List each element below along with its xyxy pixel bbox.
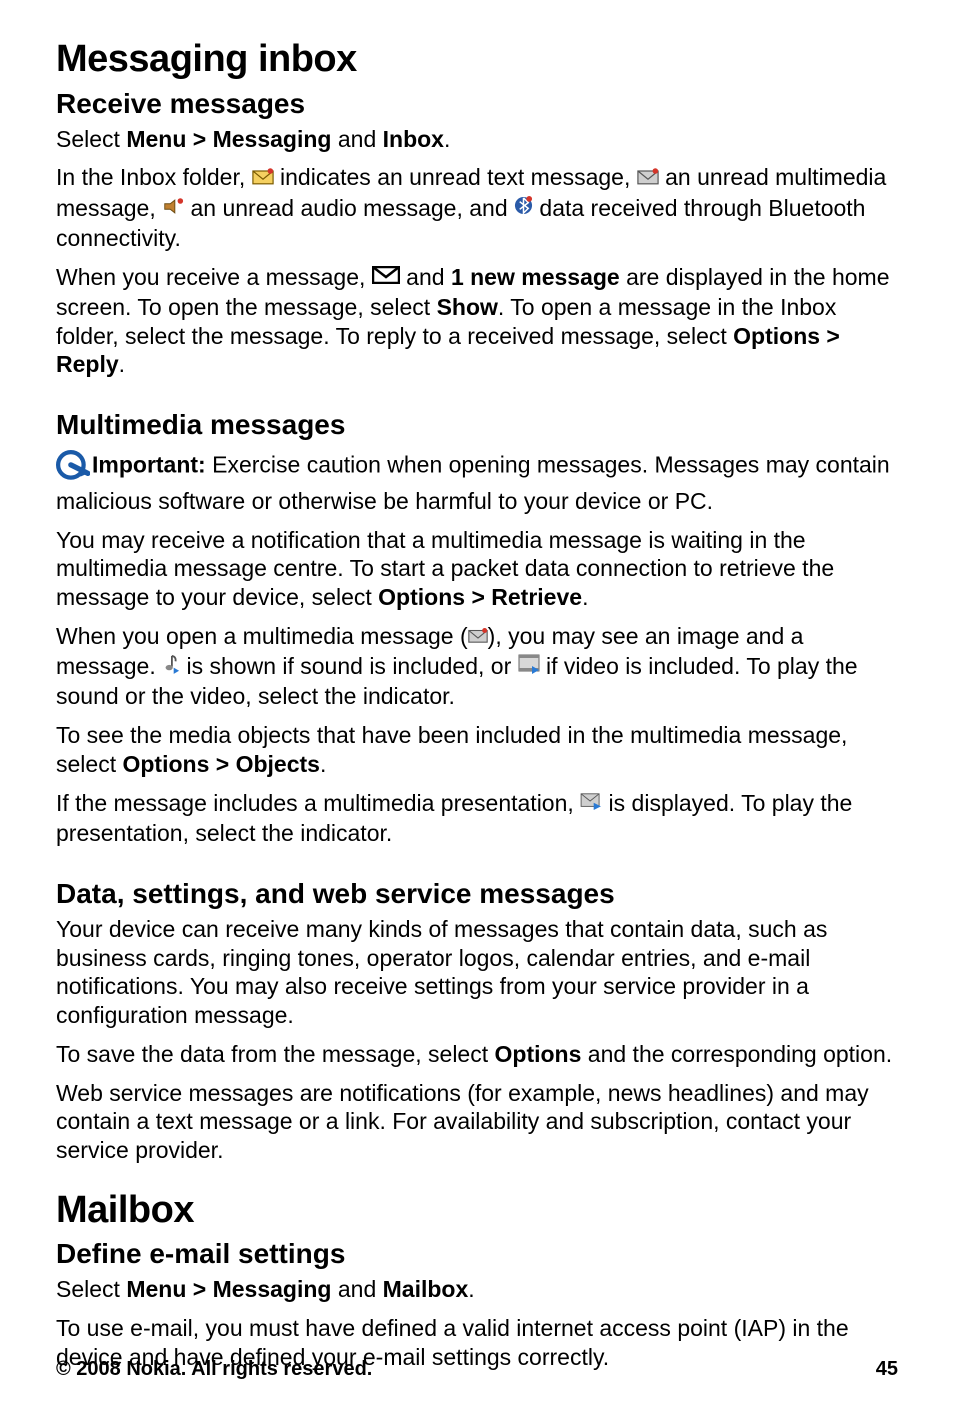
text: In the Inbox folder, bbox=[56, 164, 252, 190]
options-label: Options bbox=[495, 1041, 582, 1067]
text: Select bbox=[56, 126, 126, 152]
important-label: Important: bbox=[92, 452, 206, 478]
new-message-label: 1 new message bbox=[451, 264, 620, 290]
text: > bbox=[186, 1276, 212, 1302]
unread-text-icon bbox=[252, 163, 274, 192]
show-label: Show bbox=[437, 294, 498, 320]
heading-mailbox: Mailbox bbox=[56, 1187, 898, 1235]
text: . bbox=[320, 751, 326, 777]
text: . bbox=[119, 351, 125, 377]
unread-mms-icon bbox=[637, 163, 659, 192]
para-inbox-icons: In the Inbox folder, indicates an unread… bbox=[56, 163, 898, 252]
para-receive-message: When you receive a message, and 1 new me… bbox=[56, 263, 898, 380]
page-footer: © 2008 Nokia. All rights reserved. 45 bbox=[56, 1357, 898, 1382]
heading-receive-messages: Receive messages bbox=[56, 86, 898, 121]
unread-audio-icon bbox=[162, 193, 184, 222]
para-select-inbox: Select Menu > Messaging and Inbox. bbox=[56, 125, 898, 154]
heading-messaging-inbox: Messaging inbox bbox=[56, 36, 898, 84]
text: and bbox=[400, 264, 451, 290]
text: If the message includes a multimedia pre… bbox=[56, 790, 580, 816]
footer-page-number: 45 bbox=[876, 1357, 898, 1382]
video-indicator-icon bbox=[518, 652, 540, 681]
text: > bbox=[465, 584, 491, 610]
text: > bbox=[209, 751, 235, 777]
sound-indicator-icon bbox=[162, 652, 180, 681]
envelope-outline-icon bbox=[372, 262, 400, 291]
text: and bbox=[331, 126, 382, 152]
para-data-3: Web service messages are notifications (… bbox=[56, 1079, 898, 1165]
para-objects: To see the media objects that have been … bbox=[56, 721, 898, 779]
para-data-1: Your device can receive many kinds of me… bbox=[56, 915, 898, 1030]
messaging-label: Messaging bbox=[213, 1276, 332, 1302]
presentation-icon bbox=[580, 788, 602, 817]
options-label: Options bbox=[122, 751, 209, 777]
text: When you receive a message, bbox=[56, 264, 372, 290]
mms-open-icon bbox=[468, 621, 488, 650]
menu-label: Menu bbox=[126, 126, 186, 152]
text: > bbox=[820, 323, 840, 349]
text: indicates an unread text message, bbox=[274, 164, 637, 190]
text: . bbox=[582, 584, 588, 610]
retrieve-label: Retrieve bbox=[491, 584, 582, 610]
important-icon bbox=[56, 450, 90, 491]
text: When you open a multimedia message ( bbox=[56, 623, 468, 649]
para-data-2: To save the data from the message, selec… bbox=[56, 1040, 898, 1069]
text: To save the data from the message, selec… bbox=[56, 1041, 495, 1067]
text: > bbox=[186, 126, 212, 152]
bluetooth-data-icon bbox=[514, 193, 533, 222]
para-mm-notify: You may receive a notification that a mu… bbox=[56, 526, 898, 612]
inbox-label: Inbox bbox=[383, 126, 444, 152]
text: . bbox=[444, 126, 450, 152]
footer-copyright: © 2008 Nokia. All rights reserved. bbox=[56, 1357, 372, 1382]
text: and bbox=[331, 1276, 382, 1302]
options-label: Options bbox=[378, 584, 465, 610]
mailbox-label: Mailbox bbox=[383, 1276, 469, 1302]
messaging-label: Messaging bbox=[213, 126, 332, 152]
text: . bbox=[468, 1276, 474, 1302]
text: an unread audio message, and bbox=[184, 195, 514, 221]
reply-label: Reply bbox=[56, 351, 119, 377]
heading-data-settings: Data, settings, and web service messages bbox=[56, 876, 898, 911]
heading-email-settings: Define e-mail settings bbox=[56, 1236, 898, 1271]
para-important: Important: Exercise caution when opening… bbox=[56, 446, 898, 516]
text: is shown if sound is included, or bbox=[180, 653, 518, 679]
para-select-mailbox: Select Menu > Messaging and Mailbox. bbox=[56, 1275, 898, 1304]
text: and the corresponding option. bbox=[581, 1041, 892, 1067]
text: Select bbox=[56, 1276, 126, 1302]
options-label: Options bbox=[733, 323, 820, 349]
objects-label: Objects bbox=[236, 751, 320, 777]
para-mm-open: When you open a multimedia message (), y… bbox=[56, 622, 898, 711]
heading-multimedia: Multimedia messages bbox=[56, 407, 898, 442]
menu-label: Menu bbox=[126, 1276, 186, 1302]
para-presentation: If the message includes a multimedia pre… bbox=[56, 789, 898, 848]
